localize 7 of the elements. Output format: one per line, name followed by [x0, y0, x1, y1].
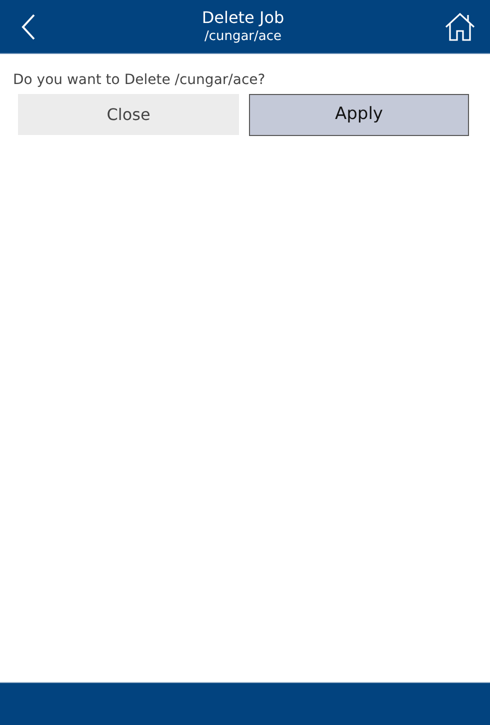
dialog-button[interactable]: Apply	[249, 94, 469, 136]
page-subtitle: /cungar/ace	[204, 28, 282, 46]
back-icon	[20, 12, 36, 40]
dialog-button[interactable]: Close	[18, 94, 239, 135]
confirm-message: Do you want to Delete /cungar/ace?	[13, 71, 266, 90]
page-title: Delete Job	[202, 8, 284, 28]
home-icon	[444, 12, 476, 42]
